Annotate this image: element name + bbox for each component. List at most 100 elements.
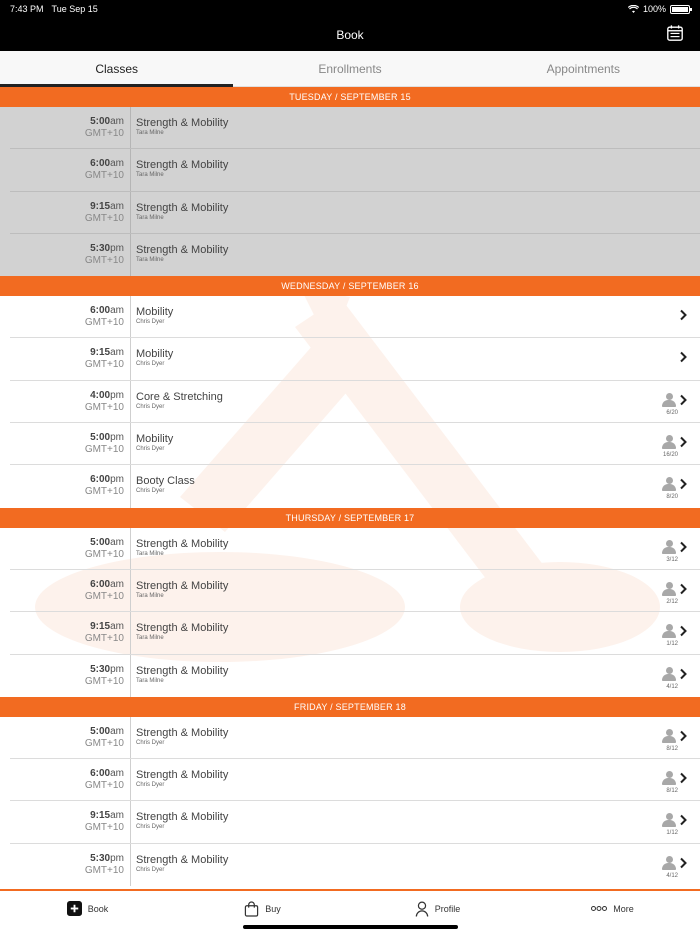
chevron-right-icon[interactable]	[678, 393, 688, 407]
class-info-cell: Strength & Mobility Tara Milne	[131, 528, 700, 570]
person-icon	[415, 901, 428, 917]
class-row[interactable]: 4:00pm GMT+10 Core & Stretching Chris Dy…	[0, 380, 700, 424]
class-row[interactable]: 9:15am GMT+10 Mobility Chris Dyer	[0, 338, 700, 381]
class-name: Booty Class	[136, 475, 195, 488]
row-controls	[662, 539, 688, 554]
class-info-cell: Strength & Mobility Chris Dyer	[131, 844, 700, 886]
chevron-right-icon[interactable]	[678, 350, 688, 364]
class-time-cell: 6:00pm GMT+10	[0, 465, 131, 508]
class-instructor: Tara Milne	[136, 214, 164, 221]
class-timezone: GMT+10	[84, 864, 124, 876]
class-row[interactable]: 6:00pm GMT+10 Booty Class Chris Dyer 8/2…	[0, 465, 700, 508]
class-row[interactable]: 5:00am GMT+10 Strength & Mobility Chris …	[0, 716, 700, 760]
tab-appointments[interactable]: Appointments	[467, 51, 700, 86]
class-time-cell: 5:30pm GMT+10	[0, 843, 131, 887]
class-ampm: am	[110, 810, 124, 822]
nav-bar: Book	[0, 18, 700, 51]
attendee-icon	[662, 624, 676, 639]
class-timezone: GMT+10	[84, 780, 124, 792]
wifi-icon	[627, 4, 639, 13]
chevron-right-icon[interactable]	[678, 435, 688, 449]
bottom-tab-book[interactable]: Book	[0, 891, 175, 934]
day-header: TUESDAY / SEPTEMBER 15	[0, 87, 700, 107]
class-instructor: Chris Dyer	[136, 361, 165, 368]
class-instructor: Chris Dyer	[136, 319, 165, 326]
chevron-right-icon[interactable]	[678, 308, 688, 322]
page-title: Book	[336, 27, 364, 42]
enrollment-count: 3/12	[666, 556, 678, 563]
bottom-tab-bar: Book Buy Profile More	[0, 889, 700, 934]
class-timezone: GMT+10	[84, 128, 124, 139]
class-timezone: GMT+10	[84, 822, 124, 834]
class-row[interactable]: 5:00pm GMT+10 Mobility Chris Dyer 16/20	[0, 423, 700, 466]
chevron-right-icon[interactable]	[678, 771, 688, 785]
tab-classes[interactable]: Classes	[0, 51, 234, 87]
class-name: Strength & Mobility	[136, 201, 229, 214]
bottom-tab-more[interactable]: More	[525, 891, 700, 934]
class-instructor: Chris Dyer	[136, 488, 165, 495]
class-timezone: GMT+10	[84, 633, 124, 645]
class-info-cell: Strength & Mobility Tara Milne	[131, 234, 700, 276]
class-timezone: GMT+10	[84, 737, 124, 749]
class-row[interactable]: 6:00am GMT+10 Mobility Chris Dyer	[0, 296, 700, 339]
day-header: FRIDAY / SEPTEMBER 18	[0, 696, 700, 717]
chevron-right-icon[interactable]	[678, 667, 688, 681]
class-ampm: pm	[110, 432, 124, 444]
row-controls	[662, 477, 688, 492]
class-time: 6:00	[90, 158, 111, 170]
status-time: 7:43 PM	[10, 4, 44, 14]
day-header: WEDNESDAY / SEPTEMBER 16	[0, 276, 700, 297]
class-timezone: GMT+10	[84, 359, 124, 371]
row-controls	[662, 392, 688, 407]
class-timezone: GMT+10	[84, 675, 124, 687]
class-time: 6:00	[90, 474, 111, 486]
day-section: 6:00am GMT+10 Mobility Chris Dyer 9:15am…	[0, 296, 700, 508]
chevron-right-icon[interactable]	[678, 540, 688, 554]
class-info-cell: Strength & Mobility Tara Milne	[131, 570, 700, 612]
row-controls	[662, 855, 688, 870]
class-list[interactable]: TUESDAY / SEPTEMBER 15 5:00am GMT+10 Str…	[0, 87, 700, 889]
attendee-icon	[662, 435, 676, 450]
chevron-right-icon[interactable]	[678, 477, 688, 491]
calendar-icon[interactable]	[666, 24, 684, 42]
class-row[interactable]: 5:00am GMT+10 Strength & Mobility Tara M…	[0, 527, 700, 570]
class-instructor: Tara Milne	[136, 592, 164, 599]
status-bar: 7:43 PM Tue Sep 15 100%	[0, 0, 700, 18]
row-controls	[662, 771, 688, 786]
class-info-cell: Strength & Mobility Tara Milne	[131, 107, 700, 149]
class-row[interactable]: 9:15am GMT+10 Strength & Mobility Chris …	[0, 801, 700, 844]
class-row[interactable]: 6:00am GMT+10 Strength & Mobility Chris …	[0, 759, 700, 802]
battery-percent: 100%	[642, 4, 666, 14]
attendee-icon	[662, 539, 676, 554]
class-info-cell: Strength & Mobility Tara Milne	[131, 192, 700, 234]
class-instructor: Chris Dyer	[136, 446, 165, 453]
class-row[interactable]: 6:00am GMT+10 Strength & Mobility Tara M…	[0, 569, 700, 613]
class-ampm: am	[110, 116, 124, 127]
class-time: 5:30	[90, 852, 111, 864]
class-instructor: Tara Milne	[136, 677, 164, 684]
row-controls	[662, 728, 688, 743]
class-instructor: Chris Dyer	[136, 403, 165, 410]
class-row[interactable]: 5:30pm GMT+10 Strength & Mobility Chris …	[0, 843, 700, 887]
chevron-right-icon[interactable]	[678, 856, 688, 870]
class-time: 9:15	[90, 621, 111, 633]
class-ampm: pm	[110, 852, 124, 864]
chevron-right-icon[interactable]	[678, 813, 688, 827]
bag-icon	[245, 900, 259, 917]
class-timezone: GMT+10	[84, 548, 124, 560]
chevron-right-icon[interactable]	[678, 729, 688, 743]
class-time: 9:15	[90, 200, 111, 212]
class-time-cell: 9:15am GMT+10	[0, 612, 131, 655]
class-row[interactable]: 5:30pm GMT+10 Strength & Mobility Tara M…	[0, 654, 700, 697]
chevron-right-icon[interactable]	[678, 582, 688, 596]
class-time-cell: 5:00am GMT+10	[0, 527, 131, 570]
day-section: 5:00am GMT+10 Strength & Mobility Chris …	[0, 716, 700, 887]
chevron-right-icon[interactable]	[678, 624, 688, 638]
row-controls	[662, 581, 688, 596]
class-name: Strength & Mobility	[136, 811, 229, 824]
attendee-icon	[662, 392, 676, 407]
tab-enrollments[interactable]: Enrollments	[233, 51, 466, 86]
class-row[interactable]: 9:15am GMT+10 Strength & Mobility Tara M…	[0, 612, 700, 655]
class-ampm: pm	[110, 474, 124, 486]
class-row: 6:00am GMT+10 Strength & Mobility Tara M…	[0, 149, 700, 192]
